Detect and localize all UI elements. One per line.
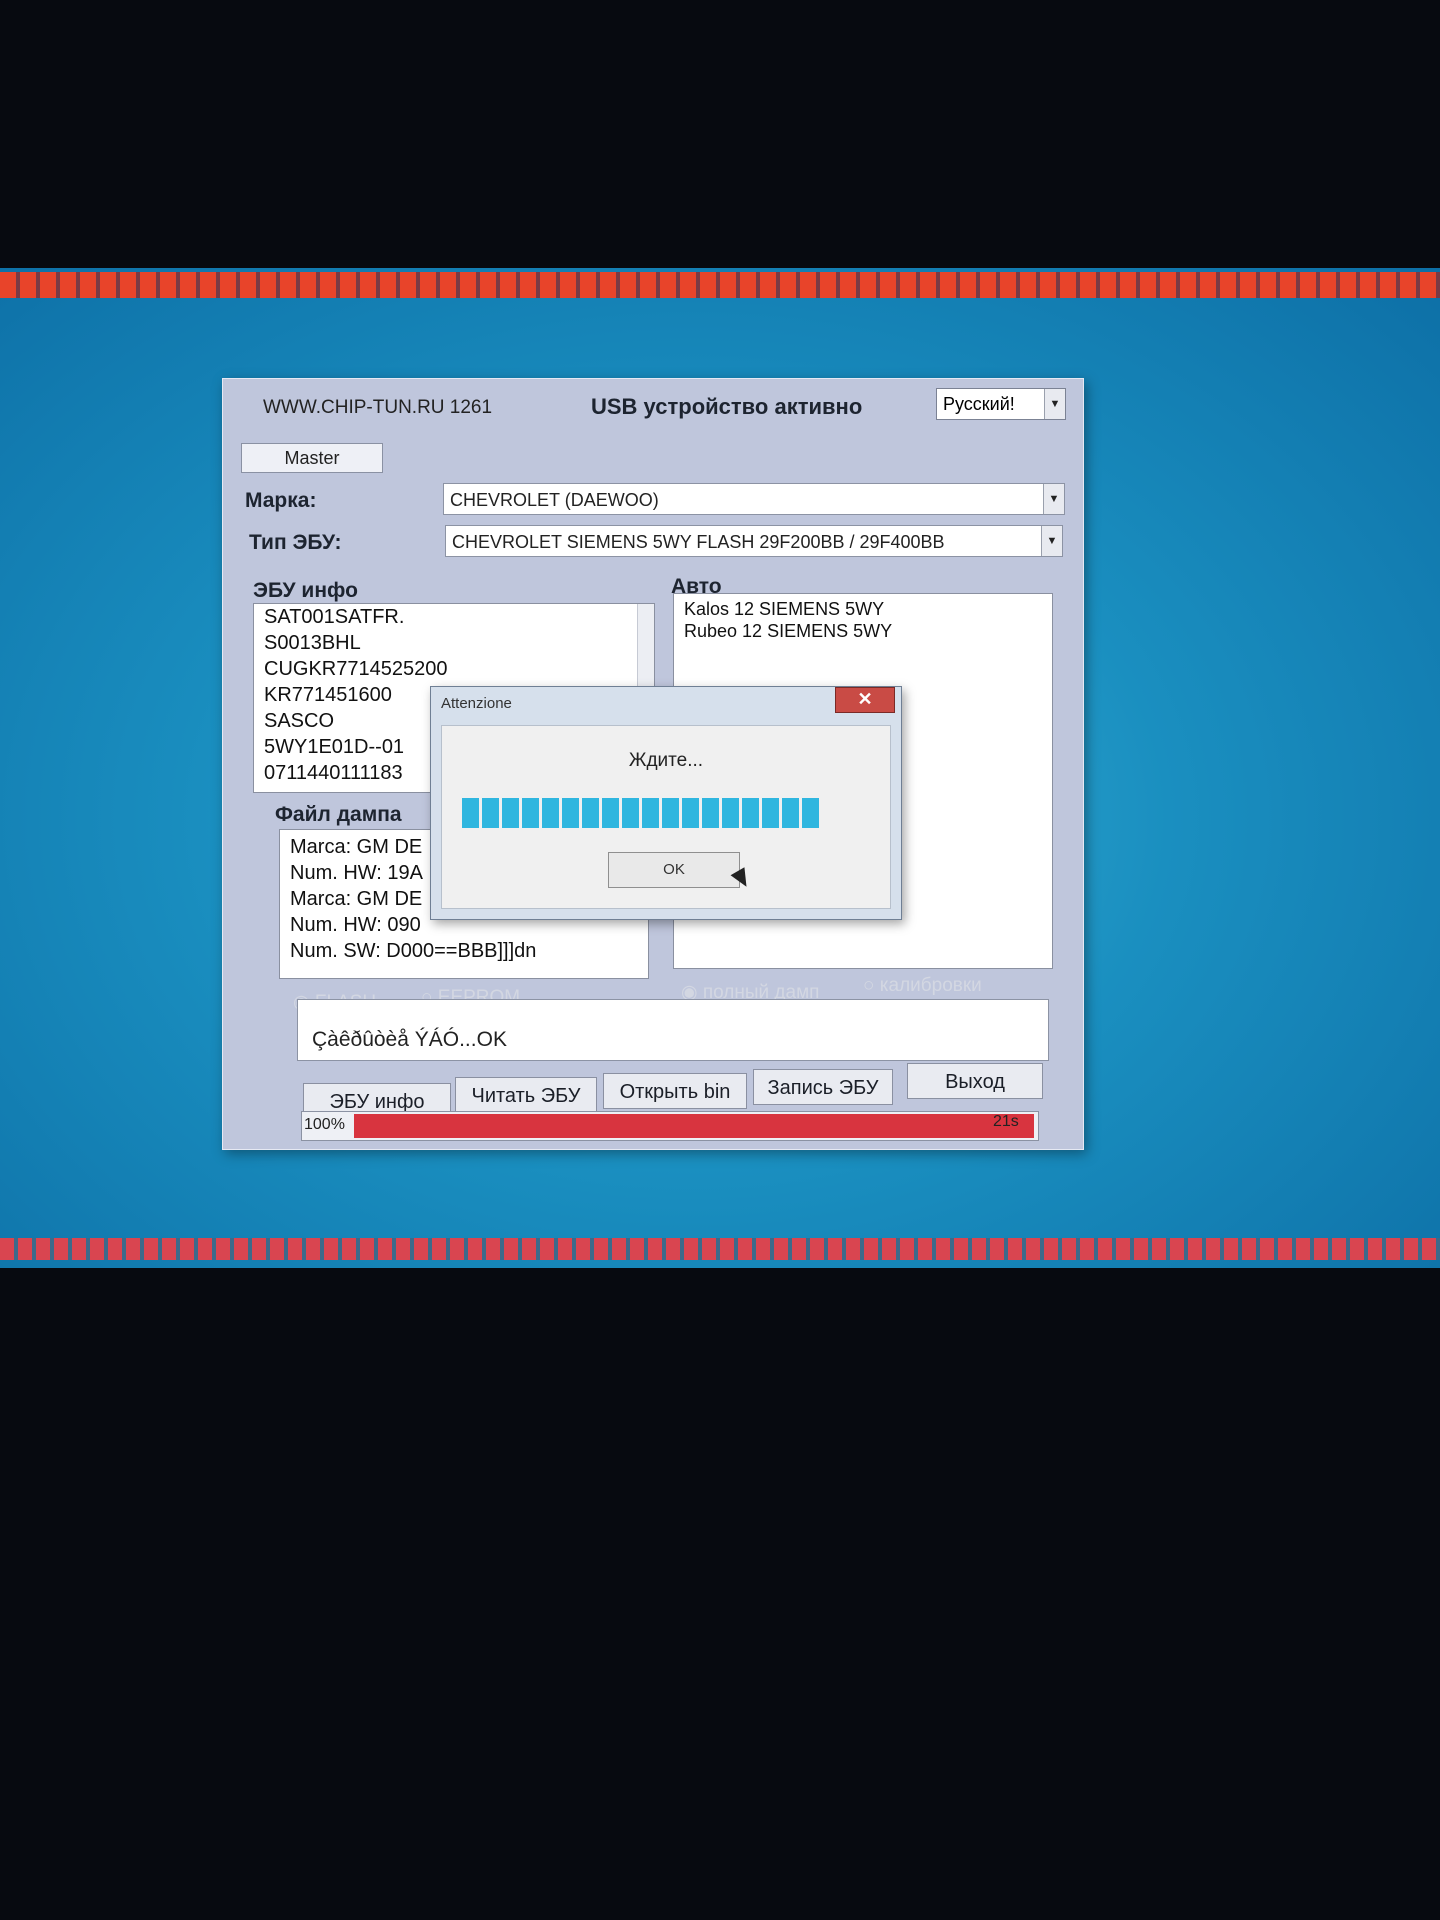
usb-status: USB устройство активно [591, 394, 863, 419]
progress-segment [642, 798, 659, 828]
progress-segment [542, 798, 559, 828]
chevron-down-icon[interactable]: ▼ [1041, 526, 1062, 556]
progress-segment [722, 798, 739, 828]
ecu-type-label: Тип ЭБУ: [249, 531, 342, 554]
progress-segment [482, 798, 499, 828]
language-select[interactable]: Русский! ▼ [936, 388, 1066, 420]
read-ecu-button[interactable]: Читать ЭБУ [455, 1077, 597, 1113]
ecu-info-line: CUGKR7714525200 [264, 658, 448, 680]
progress-segment [502, 798, 519, 828]
log-text: Çàêðûòèå ÝÁÓ...OK [312, 1028, 507, 1051]
dialog-body: Ждите... OK [441, 725, 891, 909]
dump-line: Num. SW: D000==BBB]]]dn [290, 940, 537, 962]
radio-calibration[interactable]: ○ калибровки [863, 975, 982, 997]
progress-segment [742, 798, 759, 828]
progress-segment [582, 798, 599, 828]
ecu-type-select[interactable]: CHEVROLET SIEMENS 5WY FLASH 29F200BB / 2… [445, 525, 1063, 557]
progress-fill [354, 1114, 1034, 1138]
close-icon[interactable]: ✕ [835, 687, 895, 713]
master-button[interactable]: Master [241, 443, 383, 473]
brand-label: Марка: [245, 489, 317, 512]
brand-value: CHEVROLET (DAEWOO) [450, 490, 659, 510]
dump-title: Файл дампа [275, 803, 402, 826]
dialog-progress [462, 798, 872, 828]
auto-line: Rubeo 12 SIEMENS 5WY [684, 621, 893, 641]
auto-line: Kalos 12 SIEMENS 5WY [684, 599, 885, 619]
site-label: WWW.CHIP-TUN.RU 1261 [263, 397, 493, 418]
progress-segment [802, 798, 819, 828]
log-output: Çàêðûòèå ÝÁÓ...OK [297, 999, 1049, 1061]
chevron-down-icon[interactable]: ▼ [1044, 389, 1065, 419]
exit-button[interactable]: Выход [907, 1063, 1043, 1099]
taskbar-stripe-bottom [0, 1238, 1440, 1260]
progress-segment [522, 798, 539, 828]
chevron-down-icon[interactable]: ▼ [1043, 484, 1064, 514]
progress-segment [462, 798, 479, 828]
progress-segment [762, 798, 779, 828]
progress-segment [682, 798, 699, 828]
dialog-message: Ждите... [628, 750, 704, 771]
progress-segment [782, 798, 799, 828]
progress-segment [622, 798, 639, 828]
open-bin-button[interactable]: Открыть bin [603, 1073, 747, 1109]
ecu-info-line: SAT001SATFR. [264, 606, 405, 628]
progress-label: 100% [304, 1116, 345, 1133]
language-value: Русский! [943, 394, 1015, 414]
progress-bar: 100% [301, 1111, 1039, 1141]
wait-dialog: Attenzione ✕ Ждите... OK [430, 686, 902, 920]
taskbar-stripe-top [0, 272, 1440, 298]
ecu-info-line: S0013BHL [264, 632, 361, 654]
progress-segment [562, 798, 579, 828]
ok-button[interactable]: OK [608, 852, 740, 888]
timer-label: 21s [993, 1113, 1019, 1130]
brand-select[interactable]: CHEVROLET (DAEWOO) ▼ [443, 483, 1065, 515]
progress-segment [702, 798, 719, 828]
write-ecu-button[interactable]: Запись ЭБУ [753, 1069, 893, 1105]
dialog-title: Attenzione [441, 695, 512, 712]
progress-segment [662, 798, 679, 828]
ecu-info-title: ЭБУ инфо [253, 579, 358, 602]
ecu-type-value: CHEVROLET SIEMENS 5WY FLASH 29F200BB / 2… [452, 532, 945, 552]
progress-segment [602, 798, 619, 828]
radio-calib-label: калибровки [879, 975, 982, 996]
